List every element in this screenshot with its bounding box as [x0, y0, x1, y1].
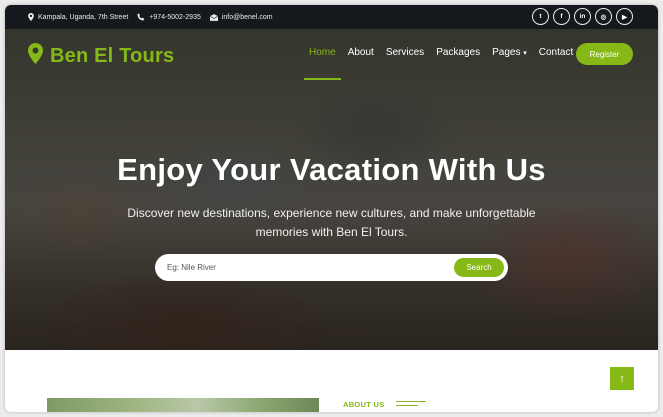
twitter-icon[interactable]: t	[532, 8, 549, 25]
hero-title: Enjoy Your Vacation With Us	[117, 152, 546, 187]
nav-item-pages-label: Pages	[492, 47, 521, 58]
about-divider-short	[396, 405, 418, 407]
email-info: info@benel.com	[209, 13, 273, 21]
about-section-label: ABOUT US	[343, 400, 385, 409]
nav-item-contact[interactable]: Contact	[539, 47, 573, 58]
nav-item-packages[interactable]: Packages	[436, 47, 480, 58]
address-text: Kampala, Uganda, 7th Street	[38, 13, 129, 21]
chevron-down-icon: ▾	[523, 50, 527, 57]
nav-item-pages[interactable]: Pages ▾	[492, 47, 527, 58]
about-divider	[396, 401, 426, 403]
phone-info: +974-5002-2935	[137, 13, 201, 21]
map-marker-logo-icon	[28, 43, 43, 69]
phone-icon	[137, 13, 145, 21]
brand-name: Ben El Tours	[50, 44, 175, 67]
search-button[interactable]: Search	[454, 258, 504, 277]
hero-subtitle: Discover new destinations, experience ne…	[127, 206, 536, 239]
map-marker-icon	[28, 13, 34, 21]
nav-item-about[interactable]: About	[348, 47, 374, 58]
phone-text: +974-5002-2935	[149, 13, 201, 21]
address-info: Kampala, Uganda, 7th Street	[28, 13, 128, 21]
email-text: info@benel.com	[221, 13, 273, 21]
linkedin-icon[interactable]: in	[574, 8, 591, 25]
back-to-top-button[interactable]: ↑	[610, 367, 634, 390]
nav-item-home[interactable]: Home	[304, 47, 341, 80]
register-button[interactable]: Register	[576, 43, 633, 65]
nav-item-services[interactable]: Services	[386, 47, 424, 58]
hero-section: Ben El Tours Home About Services Package…	[5, 29, 658, 350]
about-image	[47, 398, 319, 412]
main-navbar: Ben El Tours Home About Services Package…	[5, 29, 658, 83]
instagram-icon[interactable]: ◎	[595, 8, 612, 25]
envelope-icon	[209, 13, 218, 21]
browser-frame: Kampala, Uganda, 7th Street +974-5002-29…	[5, 5, 658, 412]
search-bar: Search	[155, 254, 508, 281]
search-input[interactable]	[167, 263, 437, 272]
youtube-icon[interactable]: ▶	[616, 8, 633, 25]
social-links: t f in ◎ ▶	[532, 8, 633, 25]
brand-logo[interactable]: Ben El Tours	[28, 43, 174, 69]
top-info-bar: Kampala, Uganda, 7th Street +974-5002-29…	[5, 5, 658, 29]
facebook-icon[interactable]: f	[553, 8, 570, 25]
nav-menu: Home About Services Packages Pages ▾ Con…	[304, 47, 585, 80]
